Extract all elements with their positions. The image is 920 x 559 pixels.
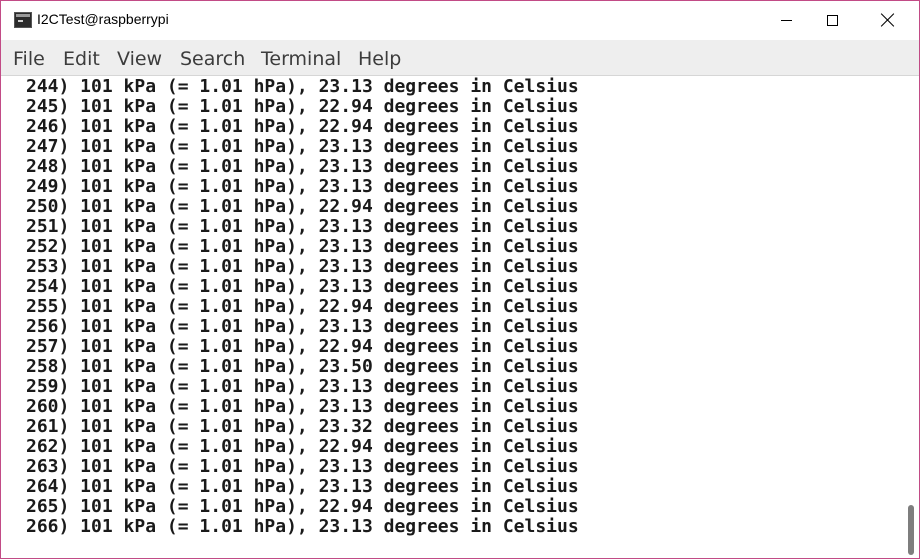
minimize-button[interactable] (763, 1, 809, 39)
minimize-icon (780, 19, 792, 21)
terminal-line: 259) 101 kPa (= 1.01 hPa), 23.13 degrees… (26, 376, 579, 397)
close-icon (881, 13, 895, 27)
terminal-line: 265) 101 kPa (= 1.01 hPa), 22.94 degrees… (26, 496, 579, 517)
terminal-line: 245) 101 kPa (= 1.01 hPa), 22.94 degrees… (26, 96, 579, 117)
terminal-line: 261) 101 kPa (= 1.01 hPa), 23.32 degrees… (26, 416, 579, 437)
window-title: I2CTest@raspberrypi (37, 11, 169, 27)
vertical-scrollbar[interactable] (904, 77, 919, 558)
terminal-line: 256) 101 kPa (= 1.01 hPa), 23.13 degrees… (26, 316, 579, 337)
maximize-button[interactable] (809, 1, 855, 39)
close-button[interactable] (865, 1, 911, 39)
terminal-line: 266) 101 kPa (= 1.01 hPa), 23.13 degrees… (26, 516, 579, 537)
terminal-line: 254) 101 kPa (= 1.01 hPa), 23.13 degrees… (26, 276, 579, 297)
scrollbar-thumb[interactable] (908, 505, 914, 555)
maximize-icon (826, 14, 838, 26)
terminal-line: 249) 101 kPa (= 1.01 hPa), 23.13 degrees… (26, 176, 579, 197)
terminal-line: 248) 101 kPa (= 1.01 hPa), 23.13 degrees… (26, 156, 579, 177)
terminal-line: 247) 101 kPa (= 1.01 hPa), 23.13 degrees… (26, 136, 579, 157)
terminal-line: 250) 101 kPa (= 1.01 hPa), 22.94 degrees… (26, 196, 579, 217)
terminal-line: 262) 101 kPa (= 1.01 hPa), 22.94 degrees… (26, 436, 579, 457)
terminal-line: 260) 101 kPa (= 1.01 hPa), 23.13 degrees… (26, 396, 579, 417)
menu-view[interactable]: View (117, 48, 162, 70)
menu-edit[interactable]: Edit (63, 48, 100, 70)
terminal-line: 257) 101 kPa (= 1.01 hPa), 22.94 degrees… (26, 336, 579, 357)
terminal-line: 253) 101 kPa (= 1.01 hPa), 23.13 degrees… (26, 256, 579, 277)
menu-help[interactable]: Help (358, 48, 401, 70)
terminal-line: 264) 101 kPa (= 1.01 hPa), 23.13 degrees… (26, 476, 579, 497)
menu-bar: File Edit View Search Terminal Help (1, 40, 919, 76)
terminal-line: 258) 101 kPa (= 1.01 hPa), 23.50 degrees… (26, 356, 579, 377)
terminal-line: 251) 101 kPa (= 1.01 hPa), 23.13 degrees… (26, 216, 579, 237)
terminal-line: 255) 101 kPa (= 1.01 hPa), 22.94 degrees… (26, 296, 579, 317)
terminal-icon (14, 12, 32, 28)
terminal-line: 252) 101 kPa (= 1.01 hPa), 23.13 degrees… (26, 236, 579, 257)
menu-search[interactable]: Search (180, 48, 245, 70)
terminal-line: 244) 101 kPa (= 1.01 hPa), 23.13 degrees… (26, 77, 579, 97)
title-bar[interactable]: I2CTest@raspberrypi (1, 1, 919, 39)
menu-file[interactable]: File (13, 48, 45, 70)
terminal-window: I2CTest@raspberrypi File Edit View Searc… (0, 0, 920, 559)
terminal-line: 263) 101 kPa (= 1.01 hPa), 23.13 degrees… (26, 456, 579, 477)
terminal-output[interactable]: 244) 101 kPa (= 1.01 hPa), 23.13 degrees… (1, 77, 904, 558)
terminal-line: 246) 101 kPa (= 1.01 hPa), 22.94 degrees… (26, 116, 579, 137)
menu-terminal[interactable]: Terminal (261, 48, 341, 70)
